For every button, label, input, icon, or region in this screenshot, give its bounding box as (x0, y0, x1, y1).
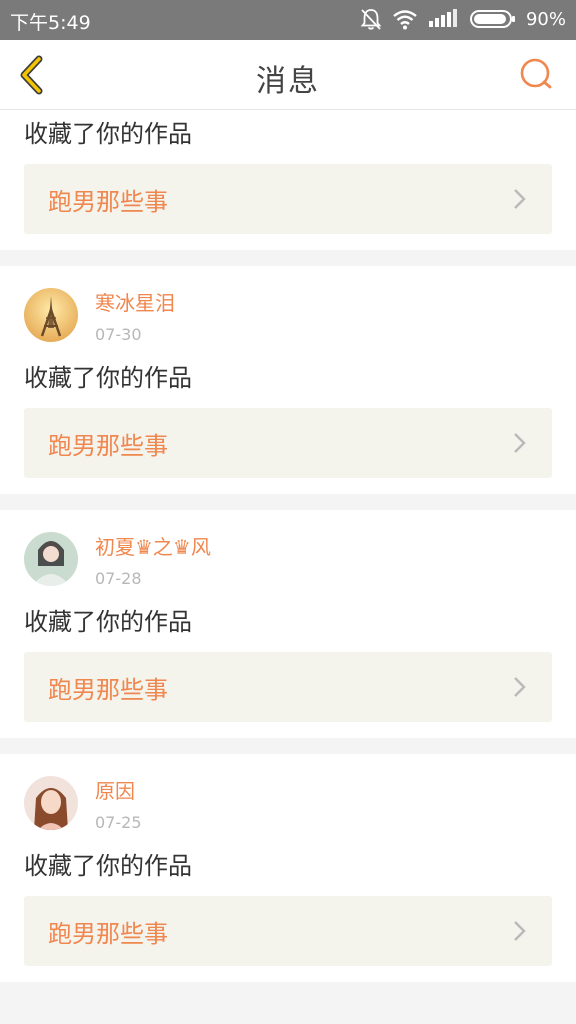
avatar[interactable] (24, 532, 78, 586)
battery-percent: 90% (525, 8, 566, 30)
avatar[interactable] (24, 776, 78, 830)
message-card: 初夏♛之♛风 07-28 收藏了你的作品 跑男那些事 (0, 510, 576, 738)
page-title: 消息 (256, 64, 320, 99)
message-date: 07-30 (95, 325, 142, 344)
work-link[interactable]: 跑男那些事 (24, 652, 552, 722)
chevron-right-icon (514, 189, 526, 209)
wifi-icon (393, 10, 417, 30)
message-action: 收藏了你的作品 (24, 852, 192, 880)
work-link[interactable]: 跑男那些事 (24, 164, 552, 234)
message-card: 原因 07-25 收藏了你的作品 跑男那些事 (0, 754, 576, 982)
work-title: 跑男那些事 (48, 187, 168, 216)
user-name: 原因 (95, 779, 135, 803)
work-title: 跑男那些事 (48, 675, 168, 704)
message-date: 07-25 (95, 813, 142, 832)
message-user[interactable]: 寒冰星泪 07-30 (24, 288, 552, 346)
message-date: 07-28 (95, 569, 142, 588)
chevron-right-icon (514, 433, 526, 453)
message-user[interactable]: 原因 07-25 (24, 776, 552, 834)
avatar[interactable] (24, 288, 78, 342)
message-action: 收藏了你的作品 (24, 120, 192, 148)
status-bar: 下午5:49 90% (0, 0, 576, 40)
status-time: 下午5:49 (10, 12, 91, 34)
user-name: 寒冰星泪 (95, 291, 175, 315)
chevron-right-icon (514, 921, 526, 941)
chevron-right-icon (514, 677, 526, 697)
work-link[interactable]: 跑男那些事 (24, 896, 552, 966)
message-list: 收藏了你的作品 跑男那些事 寒冰星泪 07-30 收藏了你的作品 跑男那些事 初… (0, 110, 576, 998)
work-link[interactable]: 跑男那些事 (24, 408, 552, 478)
message-card: 收藏了你的作品 跑男那些事 (0, 110, 576, 250)
message-action: 收藏了你的作品 (24, 608, 192, 636)
message-user[interactable]: 初夏♛之♛风 07-28 (24, 532, 552, 590)
signal-icon (428, 9, 457, 27)
battery-icon (469, 10, 515, 28)
message-action: 收藏了你的作品 (24, 364, 192, 392)
search-button[interactable] (518, 56, 554, 92)
work-title: 跑男那些事 (48, 431, 168, 460)
message-card: 寒冰星泪 07-30 收藏了你的作品 跑男那些事 (0, 266, 576, 494)
header: 消息 (0, 40, 576, 110)
status-icons: 90% (360, 7, 566, 31)
user-name: 初夏♛之♛风 (95, 535, 211, 559)
bell-off-icon (360, 9, 382, 30)
work-title: 跑男那些事 (48, 919, 168, 948)
